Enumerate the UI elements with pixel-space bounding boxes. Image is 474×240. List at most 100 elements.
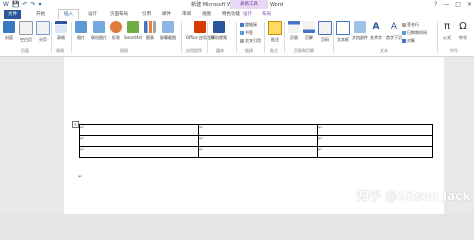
header-icon bbox=[288, 21, 300, 33]
blank-page-button[interactable]: 空白页 bbox=[19, 21, 33, 43]
table-cell[interactable]: ↵ bbox=[79, 135, 199, 147]
chart-button[interactable]: 图表 bbox=[144, 21, 156, 41]
textbox-icon bbox=[336, 21, 350, 35]
ribbon-tabs: 文件 开始 插入 设计 页面布局 引用 邮件 审阅 视图 特色功能 设计 布局 bbox=[0, 9, 474, 19]
page-break-icon bbox=[36, 21, 50, 35]
office-apps-icon bbox=[194, 21, 207, 33]
separator bbox=[236, 22, 237, 53]
table-cell[interactable]: ↵ bbox=[317, 124, 433, 136]
maximize-button[interactable]: □ bbox=[455, 0, 461, 9]
group-label-illustrations: 插图 bbox=[120, 48, 128, 53]
separator bbox=[437, 22, 438, 53]
table-tools-label: 表格工具 bbox=[230, 0, 268, 9]
online-video-button[interactable]: 联机视频 bbox=[211, 21, 227, 41]
signature-line-button[interactable]: 签名行 bbox=[402, 22, 419, 28]
pi-icon: π bbox=[441, 21, 453, 33]
separator bbox=[181, 22, 182, 53]
online-pictures-button[interactable]: 联机图片 bbox=[91, 21, 107, 41]
hyperlink-button[interactable]: 超链接 bbox=[240, 22, 257, 28]
blank-page-icon bbox=[19, 21, 33, 35]
table-row: ↵ ↵ ↵ bbox=[79, 135, 433, 147]
cross-reference-icon bbox=[240, 39, 244, 43]
tab-insert[interactable]: 插入 bbox=[58, 9, 79, 19]
textbox-button[interactable]: 文本框 bbox=[336, 21, 350, 43]
table-cell[interactable]: ↵ bbox=[317, 146, 433, 158]
tab-references[interactable]: 引用 bbox=[142, 10, 151, 19]
table-cell[interactable]: ↵ bbox=[317, 135, 433, 147]
group-label-header-footer: 页眉和页脚 bbox=[294, 48, 314, 53]
chart-icon bbox=[144, 21, 156, 33]
minimize-button[interactable]: — bbox=[443, 0, 449, 9]
smartart-icon bbox=[127, 21, 140, 33]
tab-home[interactable]: 开始 bbox=[36, 10, 45, 19]
wordart-button[interactable]: A 艺术字 bbox=[370, 21, 382, 41]
footer-icon bbox=[303, 21, 315, 33]
tab-design[interactable]: 设计 bbox=[88, 10, 97, 19]
group-label-media: 媒体 bbox=[216, 48, 224, 53]
tab-review[interactable]: 审阅 bbox=[182, 10, 191, 19]
cover-page-icon bbox=[3, 21, 15, 33]
table-icon bbox=[55, 21, 67, 33]
drop-cap-button[interactable]: A 首字下沉 bbox=[386, 21, 402, 41]
tab-file[interactable]: 文件 bbox=[4, 10, 21, 19]
group-label-pages: 页面 bbox=[21, 48, 29, 53]
header-button[interactable]: 页眉 bbox=[288, 21, 300, 41]
cover-page-button[interactable]: 封面 bbox=[3, 21, 15, 41]
document-table: ↵ ↵ ↵ ↵ ↵ ↵ ↵ ↵ ↵ bbox=[79, 124, 433, 158]
help-button[interactable]: ? bbox=[434, 0, 437, 9]
table-cell[interactable]: ↵ bbox=[198, 124, 318, 136]
omega-icon: Ω bbox=[457, 21, 469, 33]
watermark-text: 知乎 @Ailson Jack bbox=[357, 189, 471, 203]
bookmark-button[interactable]: 书签 bbox=[240, 30, 253, 36]
shapes-button[interactable]: 形状 bbox=[110, 21, 122, 41]
quick-parts-icon bbox=[354, 21, 366, 33]
paragraph-mark: ↵ bbox=[78, 174, 83, 180]
ribbon-insert: 封面 空白页 分页 表格 图片 联机图片 形状 SmartArt 图表 屏幕截图… bbox=[0, 19, 474, 57]
table-move-handle[interactable]: + bbox=[72, 121, 79, 128]
smartart-button[interactable]: SmartArt bbox=[124, 21, 142, 40]
quick-parts-button[interactable]: 文档部件 bbox=[352, 21, 368, 41]
group-label-comments: 批注 bbox=[270, 48, 278, 53]
tab-mailings[interactable]: 邮件 bbox=[162, 10, 171, 19]
separator bbox=[333, 22, 334, 53]
picture-button[interactable]: 图片 bbox=[75, 21, 87, 41]
tab-table-design[interactable]: 设计 bbox=[243, 10, 252, 19]
page-break-button[interactable]: 分页 bbox=[36, 21, 50, 43]
equation-button[interactable]: π 公式 bbox=[441, 21, 453, 41]
cross-reference-button[interactable]: 交叉引用 bbox=[240, 38, 261, 44]
group-label-tables: 表格 bbox=[56, 48, 64, 53]
tab-view[interactable]: 视图 bbox=[202, 10, 211, 19]
separator bbox=[207, 22, 208, 53]
table-cell[interactable]: ↵ bbox=[198, 135, 318, 147]
tab-layout[interactable]: 页面布局 bbox=[110, 10, 128, 19]
date-time-button[interactable]: 日期和时间 bbox=[402, 30, 427, 36]
comment-button[interactable]: 批注 bbox=[268, 21, 282, 43]
close-button[interactable]: ✕ bbox=[467, 0, 472, 9]
screenshot-icon bbox=[162, 21, 174, 33]
page-number-button[interactable]: 页码 bbox=[318, 21, 332, 43]
table-cell[interactable]: ↵ bbox=[79, 146, 199, 158]
table-button[interactable]: 表格 bbox=[55, 21, 67, 41]
table-row: ↵ ↵ ↵ bbox=[79, 146, 433, 158]
wordart-icon: A bbox=[370, 21, 382, 33]
group-label-apps: 应用程序 bbox=[186, 48, 202, 53]
online-pictures-icon bbox=[93, 21, 105, 33]
tab-features[interactable]: 特色功能 bbox=[222, 10, 240, 19]
table-cell[interactable]: ↵ bbox=[79, 124, 199, 136]
separator bbox=[51, 22, 52, 53]
comment-icon bbox=[268, 21, 282, 35]
window-controls: ? — □ ✕ bbox=[434, 0, 472, 9]
tab-table-layout[interactable]: 布局 bbox=[262, 10, 271, 19]
object-button[interactable]: 对象 bbox=[402, 38, 415, 44]
table-cell[interactable]: ↵ bbox=[198, 146, 318, 158]
footer-button[interactable]: 页脚 bbox=[303, 21, 315, 41]
page-number-icon bbox=[318, 21, 332, 35]
drop-cap-icon: A bbox=[388, 21, 400, 33]
bookmark-icon bbox=[240, 31, 244, 35]
separator bbox=[284, 22, 285, 53]
shapes-icon bbox=[110, 21, 122, 33]
date-time-icon bbox=[402, 31, 406, 35]
separator bbox=[264, 22, 265, 53]
screenshot-button[interactable]: 屏幕截图 bbox=[160, 21, 176, 41]
symbol-button[interactable]: Ω 符号 bbox=[457, 21, 469, 41]
